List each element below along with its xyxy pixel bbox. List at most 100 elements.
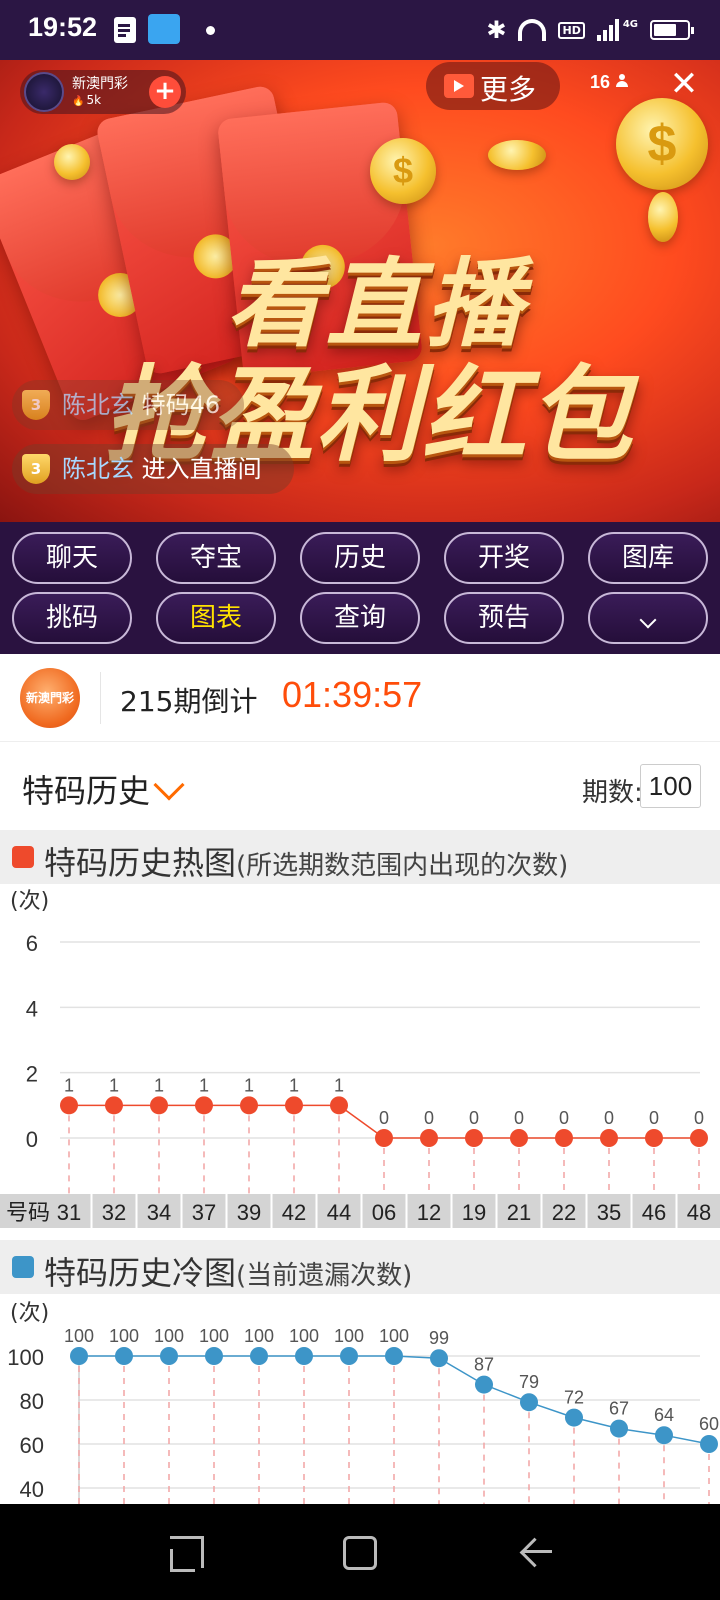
status-icons: ✱ HD 4G — [486, 14, 694, 46]
x-tick-label: 19 — [462, 1200, 486, 1225]
y-axis-label: (次) — [10, 1301, 49, 1326]
tab-query[interactable]: 查询 — [300, 592, 420, 644]
home-icon[interactable] — [343, 1536, 377, 1570]
data-label: 100 — [64, 1326, 94, 1346]
gold-coin-icon — [488, 140, 546, 170]
section-header: 特码历史 期数: 100 — [0, 742, 720, 830]
data-label: 100 — [289, 1326, 319, 1346]
follow-button[interactable]: + — [149, 76, 181, 108]
data-label: 0 — [649, 1108, 659, 1128]
hot-chart: (次)02461 1 1 1 1 1 10 0 0 0 0 0 0 0号码 31 32 34 37 39 42 44 06… — [0, 889, 720, 1228]
data-label: 67 — [609, 1399, 629, 1419]
data-point — [70, 1347, 88, 1365]
data-label: 0 — [379, 1108, 389, 1128]
recent-apps-icon[interactable] — [170, 1536, 204, 1572]
hot-chart-title-main: 特码历史热图 — [44, 844, 237, 882]
data-label: 1 — [289, 1075, 299, 1095]
hot-chart-subtitle: (所选期数范围内出现的次数) — [236, 851, 569, 881]
lottery-logo: 新澳門彩 — [20, 668, 80, 728]
chat-message: 3 陈北玄 进入直播间 — [12, 444, 294, 494]
tab-chart[interactable]: 图表 — [156, 592, 276, 644]
data-label: 1 — [244, 1075, 254, 1095]
back-icon[interactable] — [520, 1536, 552, 1568]
host-badge[interactable]: 新澳門彩 5k + — [20, 70, 186, 114]
chat-message: 3 陈北玄 特码46 — [12, 380, 244, 430]
x-tick-label: 22 — [552, 1200, 576, 1225]
gold-coin-icon — [648, 192, 678, 242]
data-point — [340, 1347, 358, 1365]
cold-chart-title-main: 特码历史冷图 — [44, 1254, 237, 1292]
data-label: 1 — [109, 1075, 119, 1095]
x-tick-label: 34 — [147, 1200, 171, 1225]
y-tick-label: 80 — [20, 1389, 44, 1414]
data-point — [610, 1419, 628, 1438]
hd-icon: HD — [558, 21, 585, 39]
data-point — [60, 1096, 78, 1115]
x-tick-label: 37 — [192, 1200, 216, 1225]
data-point — [555, 1129, 573, 1147]
signal-icon — [596, 19, 619, 41]
tab-expand[interactable] — [588, 592, 708, 644]
tab-pick[interactable]: 挑码 — [12, 592, 132, 644]
data-point — [510, 1129, 528, 1147]
cold-chart: (次) 40 60 80 100 100 100 100 100 100 100 100 100 99 87… — [7, 1301, 719, 1504]
host-avatar[interactable] — [24, 72, 64, 112]
network-type: 4G — [622, 18, 638, 30]
data-label: 100 — [154, 1326, 184, 1346]
chevron-down-icon — [639, 611, 657, 629]
tab-preview[interactable]: 预告 — [444, 592, 564, 644]
water-drop-icon — [12, 1256, 34, 1278]
y-tick-label: 100 — [7, 1345, 44, 1370]
shopping-bag-icon — [148, 14, 180, 44]
data-label: 1 — [64, 1075, 74, 1095]
x-tick-label: 35 — [597, 1200, 621, 1225]
x-axis-title: 号码 — [6, 1201, 50, 1226]
chevron-down-icon[interactable] — [153, 769, 185, 801]
chat-user: 陈北玄 — [62, 455, 134, 483]
data-label: 0 — [514, 1108, 524, 1128]
status-time: 19:52 — [28, 12, 98, 42]
data-point — [330, 1096, 348, 1115]
notification-dot-icon — [206, 26, 215, 35]
notes-icon — [114, 17, 136, 43]
data-point — [475, 1375, 493, 1394]
tab-draw[interactable]: 开奖 — [444, 532, 564, 584]
y-tick-label: 4 — [26, 996, 38, 1021]
data-label: 79 — [519, 1372, 539, 1392]
tab-treasure[interactable]: 夺宝 — [156, 532, 276, 584]
data-point — [565, 1408, 583, 1427]
data-point — [250, 1347, 268, 1365]
hot-chart-title: 特码历史热图(所选期数范围内出现的次数) — [44, 838, 568, 884]
close-button[interactable]: ✕ — [666, 66, 702, 102]
more-button[interactable]: 更多 — [426, 62, 560, 110]
data-label: 100 — [199, 1326, 229, 1346]
y-tick-label: 2 — [26, 1062, 38, 1087]
data-point — [115, 1347, 133, 1365]
gold-coin-icon — [54, 144, 90, 180]
data-label: 100 — [379, 1326, 409, 1346]
x-tick-label: 21 — [507, 1200, 531, 1225]
data-point — [655, 1426, 673, 1445]
period-input[interactable]: 100 — [640, 764, 701, 808]
data-point — [195, 1096, 213, 1115]
battery-icon — [650, 20, 694, 40]
data-point — [160, 1347, 178, 1365]
data-point — [385, 1347, 403, 1365]
tab-chat[interactable]: 聊天 — [12, 532, 132, 584]
x-tick-label: 32 — [102, 1200, 126, 1225]
level-badge: 3 — [22, 390, 50, 420]
viewer-count: 16 — [590, 72, 629, 93]
data-label: 60 — [699, 1414, 719, 1434]
chat-text: 特码46 — [141, 391, 221, 419]
cold-chart-title-bar: 特码历史冷图(当前遗漏次数) — [0, 1240, 720, 1294]
data-point — [700, 1435, 718, 1453]
x-tick-label: 42 — [282, 1200, 306, 1225]
data-point — [240, 1096, 258, 1115]
data-label: 1 — [334, 1075, 344, 1095]
data-point — [690, 1129, 708, 1147]
y-tick-label: 60 — [20, 1433, 44, 1458]
section-title[interactable]: 特码历史 — [22, 766, 150, 812]
tab-gallery[interactable]: 图库 — [588, 532, 708, 584]
tab-history[interactable]: 历史 — [300, 532, 420, 584]
data-point — [600, 1129, 618, 1147]
